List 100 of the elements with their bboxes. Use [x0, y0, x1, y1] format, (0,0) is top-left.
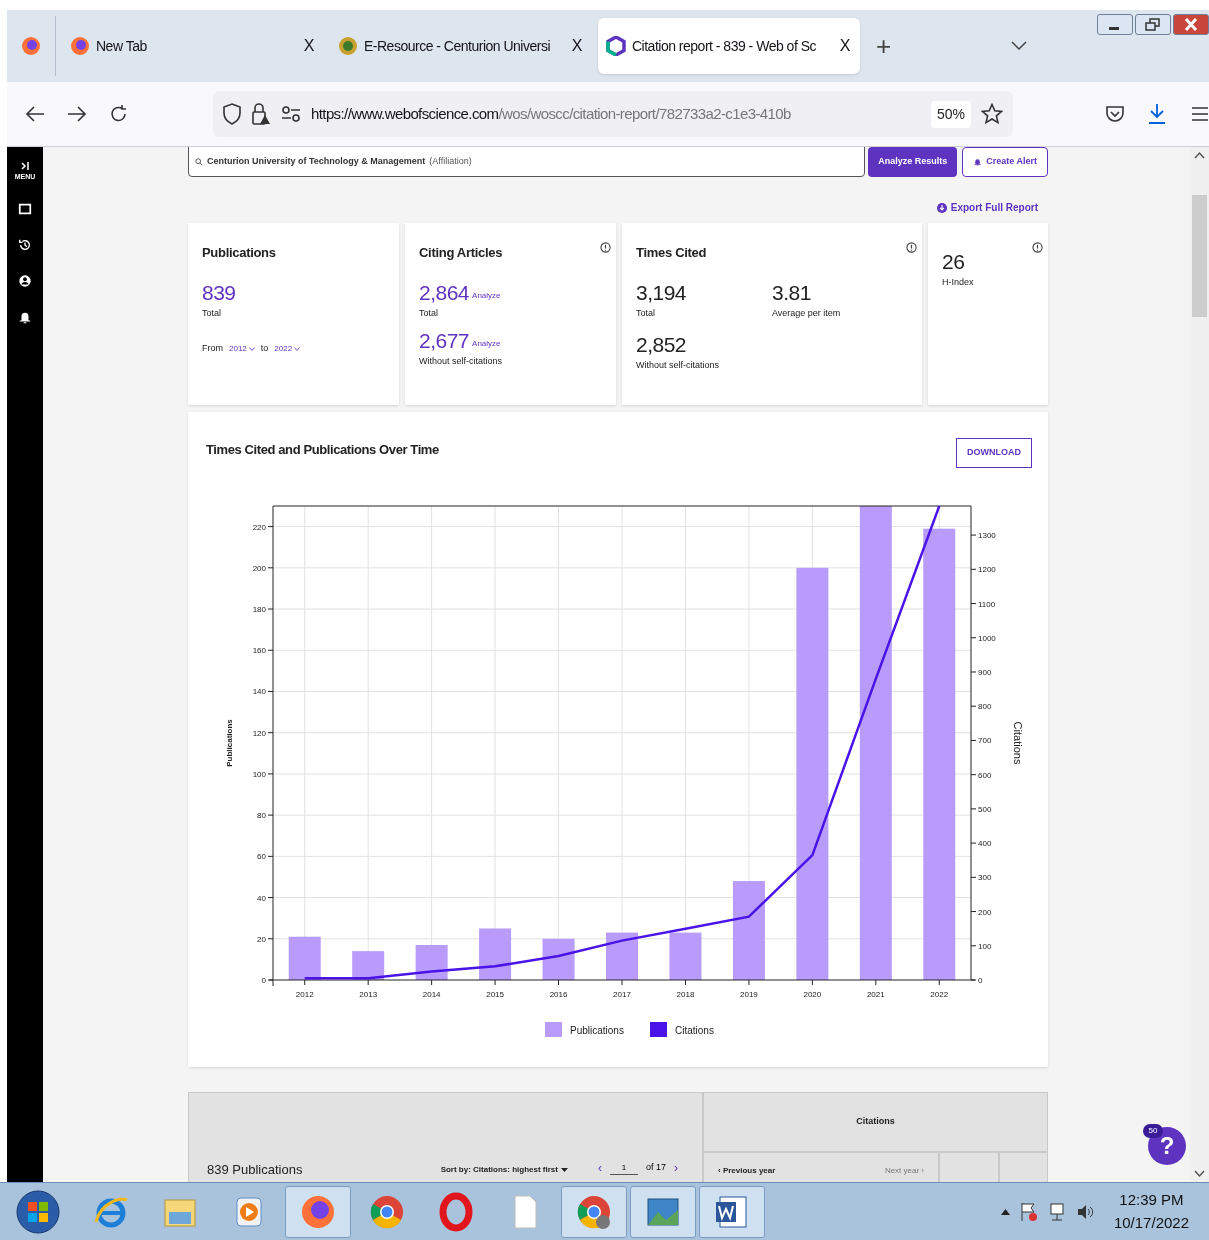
browser-tab[interactable]: New Tab X: [62, 18, 324, 74]
axis-tick-label: 2022: [930, 990, 949, 999]
legend-label: Publications: [570, 1025, 624, 1036]
tab-close-button[interactable]: X: [837, 34, 852, 58]
axis-tick-label: 800: [978, 702, 992, 712]
url-text: https://www.webofscience.com/wos/woscc/citation-report/782733a2-c1e3-410b: [311, 103, 792, 124]
clock-date[interactable]: 10/17/2022: [1113, 1211, 1189, 1234]
clock-time[interactable]: 12:39 PM: [1119, 1189, 1184, 1212]
search-field[interactable]: Centurion University of Technology & Management (Affiliation): [188, 147, 866, 177]
restore-icon[interactable]: [1135, 14, 1171, 35]
shield-icon[interactable]: [223, 103, 241, 125]
firefox-logo-icon: [70, 36, 90, 56]
metric-value: 3.81: [772, 281, 811, 303]
axis-title: Citations: [1012, 721, 1024, 765]
taskbar-button[interactable]: [699, 1185, 765, 1238]
info-icon[interactable]: [600, 242, 611, 253]
chevron-down-icon[interactable]: [1011, 41, 1028, 51]
axis-tick-label: 500: [978, 804, 992, 814]
analyze-button[interactable]: Analyze Results: [868, 147, 958, 177]
collapse-arrow-icon[interactable]: [20, 161, 30, 171]
year-dropdown[interactable]: 2022: [274, 342, 301, 355]
taskbar-button[interactable]: [561, 1185, 627, 1238]
axis-tick-label: 2015: [486, 990, 504, 999]
next-year-link[interactable]: Next year ›: [884, 1165, 924, 1182]
metric-value: 839: [202, 281, 236, 303]
permissions-icon[interactable]: [281, 106, 301, 122]
info-icon[interactable]: [906, 242, 917, 253]
reload-icon[interactable]: [109, 104, 129, 124]
axis-tick-label: 2019: [740, 990, 758, 999]
scrollbar[interactable]: [1190, 147, 1209, 1182]
pocket-icon[interactable]: [1105, 104, 1125, 124]
address-bar[interactable]: https://www.webofscience.com/wos/woscc/citation-report/782733a2-c1e3-410b 50%: [213, 91, 1013, 137]
browser-tab[interactable]: Citation report - 839 - Web of Sc X: [598, 18, 860, 74]
forward-arrow-icon[interactable]: [67, 105, 87, 123]
search-icon: [195, 158, 203, 166]
firefox-logo-icon[interactable]: [21, 36, 41, 56]
bell-icon: [973, 157, 983, 167]
publications-bar: [415, 944, 448, 980]
flag-icon[interactable]: [1019, 1201, 1038, 1222]
metric-value: 2,864: [419, 281, 470, 303]
axis-tick-label: 2017: [613, 990, 631, 999]
history-icon[interactable]: [18, 238, 32, 252]
page-field[interactable]: 1: [609, 1161, 638, 1175]
tray-arrow-icon[interactable]: [1000, 1208, 1010, 1215]
publications-bar: [479, 928, 512, 980]
analyze-link[interactable]: Analyze: [472, 289, 501, 302]
scroll-down-icon[interactable]: [1194, 1170, 1205, 1178]
zoom-level-button[interactable]: 50%: [930, 100, 971, 128]
download-icon[interactable]: [1147, 103, 1167, 125]
start-orb-icon[interactable]: [16, 1189, 60, 1234]
publications-bar: [288, 936, 321, 980]
next-page-link[interactable]: ›: [674, 1159, 678, 1177]
axis-tick-label: 200: [252, 563, 266, 573]
menu-icon[interactable]: [1191, 106, 1209, 122]
new-tab-button[interactable]: +: [876, 26, 892, 66]
axis-tick-label: 300: [978, 873, 992, 883]
close-icon[interactable]: [1173, 14, 1209, 35]
minimize-icon[interactable]: [1097, 14, 1133, 35]
network-icon[interactable]: [1047, 1201, 1066, 1222]
axis-tick-label: 220: [252, 522, 266, 532]
taskbar-button[interactable]: [285, 1185, 351, 1238]
folder-icon[interactable]: [18, 202, 32, 216]
axis-tick-label: 160: [252, 646, 266, 656]
axis-tick-label: 700: [978, 736, 992, 746]
star-icon[interactable]: [981, 103, 1003, 125]
tab-title: Citation report - 839 - Web of Sc: [632, 36, 816, 56]
year-dropdown[interactable]: 2012: [229, 342, 255, 355]
export-link[interactable]: Export Full Report: [936, 200, 1038, 215]
axis-tick-label: 2014: [422, 990, 441, 999]
page-total: of 17: [645, 1161, 666, 1175]
download-button[interactable]: DOWNLOAD: [956, 438, 1032, 468]
metric-label: Without self-citations: [419, 355, 504, 368]
metric-value: 26: [942, 251, 965, 272]
chart-title: Times Cited and Publications Over Time: [206, 441, 439, 459]
axis-tick-label: 2018: [676, 990, 695, 999]
range-label: From: [202, 342, 223, 355]
info-icon[interactable]: [1032, 242, 1043, 253]
analyze-link[interactable]: Analyze: [472, 338, 501, 350]
card-title: Publications: [202, 244, 277, 262]
axis-tick-label: 1300: [978, 531, 996, 541]
sort-dropdown[interactable]: Sort by: Citations: highest first: [440, 1164, 568, 1176]
axis-tick-label: 0: [261, 976, 266, 985]
scroll-thumb[interactable]: [1192, 195, 1207, 317]
previous-year-link[interactable]: ‹ Previous year: [718, 1165, 776, 1182]
prev-page-link[interactable]: ‹: [597, 1159, 602, 1177]
tab-close-button[interactable]: X: [301, 34, 316, 58]
axis-tick-label: 60: [257, 852, 266, 862]
card-title: Citing Articles: [419, 244, 504, 262]
lock-warning-icon[interactable]: [251, 102, 271, 126]
axis-tick-label: 2020: [803, 990, 822, 999]
scroll-up-icon[interactable]: [1194, 151, 1205, 159]
browser-tab[interactable]: E-Resource - Centurion Universi X: [330, 18, 592, 74]
alert-button[interactable]: Create Alert: [962, 147, 1048, 177]
metric-label: Average per item: [772, 306, 842, 320]
axis-tick-label: 80: [257, 811, 266, 821]
axis-tick-label: 100: [978, 941, 992, 951]
back-arrow-icon[interactable]: [25, 105, 45, 123]
user-icon[interactable]: [18, 274, 32, 288]
tab-close-button[interactable]: X: [569, 34, 584, 58]
publication-count: 839 Publications: [207, 1160, 303, 1179]
